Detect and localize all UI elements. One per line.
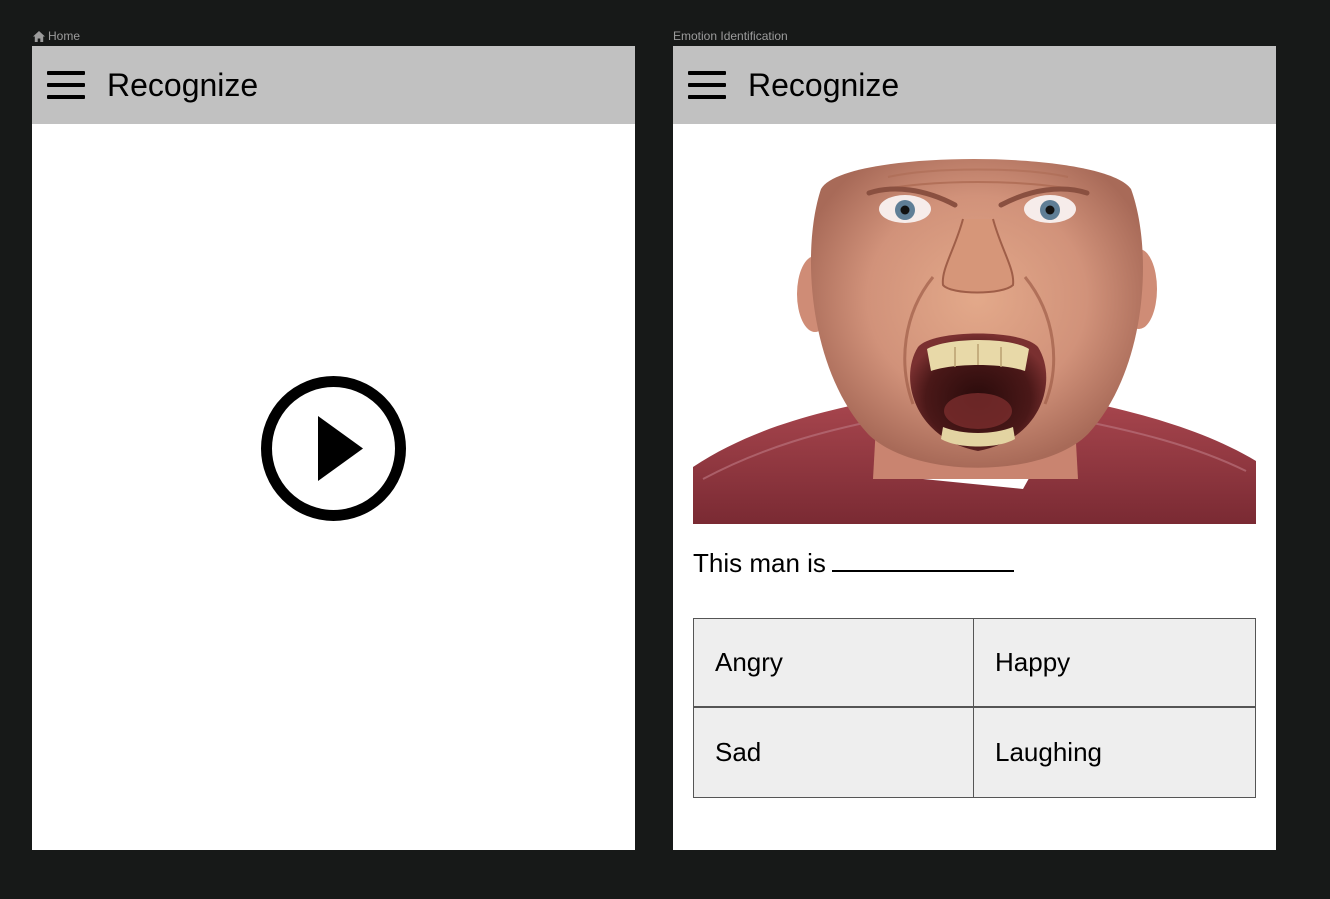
frame-label-home-text: Home	[48, 29, 81, 43]
home-screen: Recognize	[32, 46, 635, 850]
app-bar: Recognize	[32, 46, 635, 124]
answer-option-laughing[interactable]: Laughing	[974, 708, 1255, 797]
answer-option-angry[interactable]: Angry	[694, 619, 974, 708]
home-icon	[32, 30, 45, 43]
app-bar: Recognize	[673, 46, 1276, 124]
play-circle-icon	[261, 376, 406, 521]
question-text: This man is	[693, 546, 1014, 579]
app-title: Recognize	[107, 66, 259, 103]
emotion-identification-screen: Recognize This man is Angry Happy Sad La…	[673, 46, 1276, 850]
hamburger-menu-icon[interactable]	[688, 71, 726, 99]
hamburger-menu-icon[interactable]	[47, 71, 85, 99]
frame-label-emotion-text: Emotion Identification	[673, 29, 788, 43]
question-prompt: This man is	[693, 548, 826, 578]
frame-label-emotion: Emotion Identification	[673, 28, 788, 44]
play-button[interactable]	[260, 375, 407, 522]
frame-label-home: Home	[32, 28, 80, 44]
angry-man-photo	[693, 149, 1256, 524]
answer-option-happy[interactable]: Happy	[974, 619, 1255, 708]
app-title: Recognize	[748, 66, 900, 103]
answer-option-sad[interactable]: Sad	[694, 708, 974, 797]
answer-blank	[831, 546, 1014, 572]
answer-options-grid: Angry Happy Sad Laughing	[693, 618, 1256, 798]
